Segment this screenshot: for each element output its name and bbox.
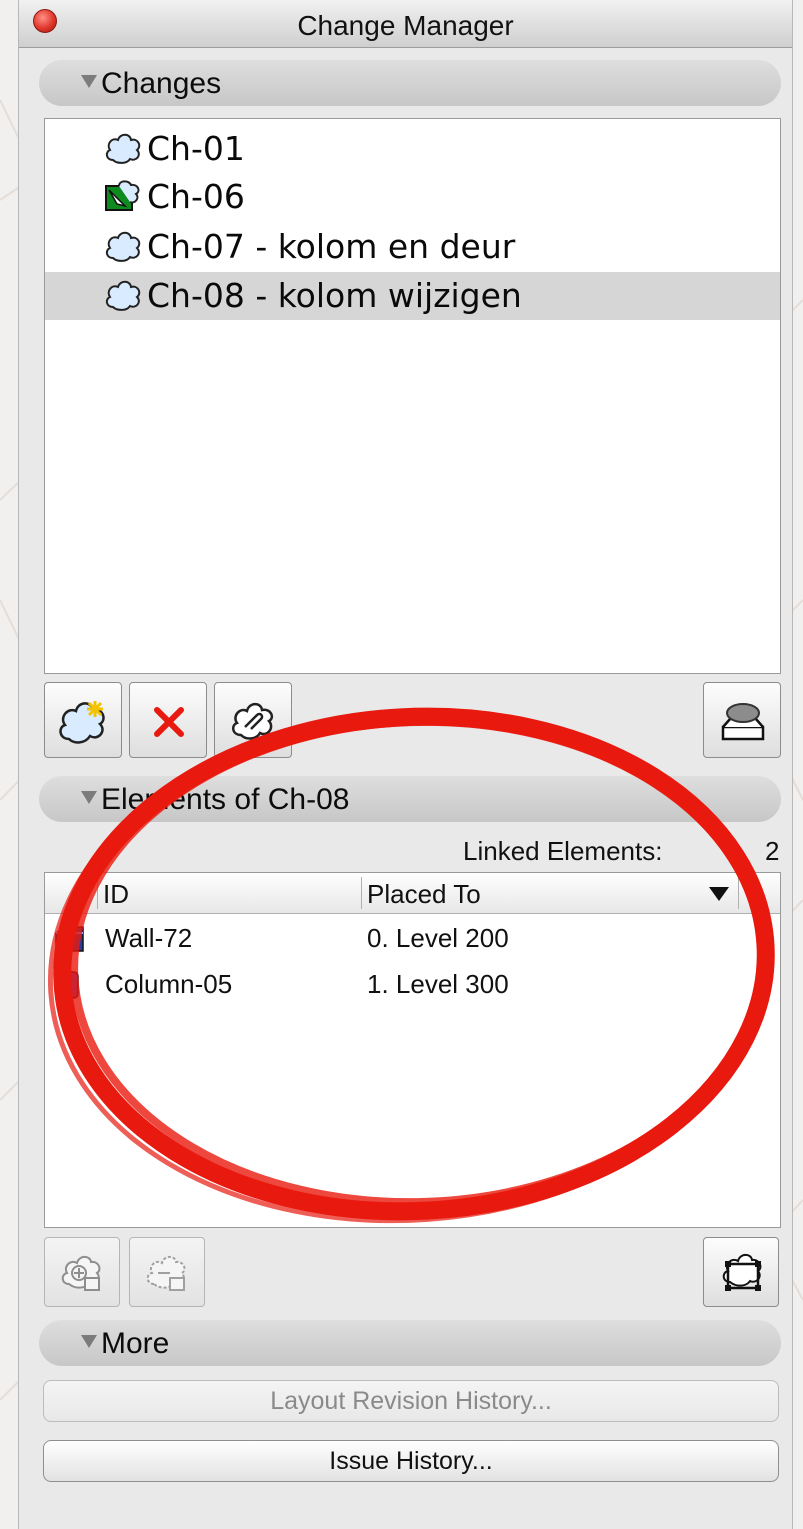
column-header-placed-to[interactable]: Placed To: [367, 879, 481, 910]
change-item-ch-01[interactable]: Ch-01: [45, 125, 780, 173]
issue-history-button[interactable]: Issue History...: [43, 1440, 779, 1482]
table-header: ID Placed To: [45, 873, 780, 914]
change-item-ch-07[interactable]: Ch-07 - kolom en deur: [45, 223, 780, 271]
link-change-button[interactable]: [214, 682, 292, 758]
disclosure-triangle-icon: [81, 791, 97, 804]
disclosure-triangle-icon: [81, 75, 97, 88]
table-row[interactable]: Wall-72 0. Level 200: [45, 917, 780, 961]
elements-table[interactable]: ID Placed To Wall-72 0. Level 200 Column…: [44, 872, 781, 1228]
change-item-label: Ch-06: [147, 177, 245, 216]
change-item-ch-06[interactable]: Ch-06: [45, 173, 780, 221]
select-elements-button[interactable]: [703, 1237, 779, 1307]
cloud-icon: [105, 133, 141, 164]
change-marker-icon: [105, 180, 140, 211]
element-placed-to: 0. Level 200: [367, 923, 509, 953]
table-row[interactable]: Column-05 1. Level 300: [45, 963, 780, 1007]
element-id: Column-05: [105, 969, 233, 999]
changes-section-label: Changes: [101, 67, 222, 100]
wall-icon: [55, 926, 84, 952]
layer-stack-icon: [721, 703, 765, 741]
element-id: Wall-72: [105, 923, 193, 953]
column-separator: [738, 877, 739, 909]
disclosure-triangle-icon: [81, 1335, 97, 1348]
column-separator: [361, 877, 362, 909]
elements-section-label: Elements of Ch-08: [101, 783, 350, 816]
title-bar[interactable]: Change Manager: [19, 0, 792, 48]
delete-icon: [154, 707, 184, 737]
change-manager-palette: Change Manager Changes Ch-01 Ch-06 Ch-07…: [18, 0, 793, 1529]
changes-section-header[interactable]: Changes: [39, 60, 781, 106]
element-placed-to: 1. Level 300: [367, 969, 509, 999]
remove-element-button[interactable]: [129, 1237, 205, 1307]
change-item-ch-08[interactable]: Ch-08 - kolom wijzigen: [45, 272, 780, 320]
cloud-icon: [105, 231, 141, 262]
column-separator: [97, 877, 98, 909]
linked-elements-count: 2: [765, 836, 780, 866]
window-title: Change Manager: [297, 10, 514, 41]
change-item-label: Ch-08 - kolom wijzigen: [147, 276, 522, 315]
sort-arrow-icon[interactable]: [709, 887, 729, 901]
linked-elements-label: Linked Elements:: [463, 836, 663, 866]
elements-section-header[interactable]: Elements of Ch-08: [39, 776, 781, 822]
link-change-icon: [232, 702, 274, 740]
change-item-label: Ch-07 - kolom en deur: [147, 227, 516, 266]
column-icon: [63, 971, 79, 999]
remove-element-icon: [146, 1255, 186, 1291]
new-change-button[interactable]: [44, 682, 122, 758]
layout-revision-history-button[interactable]: Layout Revision History...: [43, 1380, 779, 1422]
add-element-icon: [61, 1255, 101, 1291]
layout-button[interactable]: [703, 682, 781, 758]
change-item-label: Ch-01: [147, 129, 245, 168]
add-element-button[interactable]: [44, 1237, 120, 1307]
select-elements-icon: [722, 1253, 762, 1291]
changes-list[interactable]: Ch-01 Ch-06 Ch-07 - kolom en deur Ch-08 …: [44, 118, 781, 674]
new-change-icon: [59, 701, 105, 744]
more-section-label: More: [101, 1327, 170, 1360]
column-header-id[interactable]: ID: [103, 879, 129, 910]
delete-change-button[interactable]: [129, 682, 207, 758]
more-section-header[interactable]: More: [39, 1320, 781, 1366]
cloud-icon: [105, 280, 141, 311]
